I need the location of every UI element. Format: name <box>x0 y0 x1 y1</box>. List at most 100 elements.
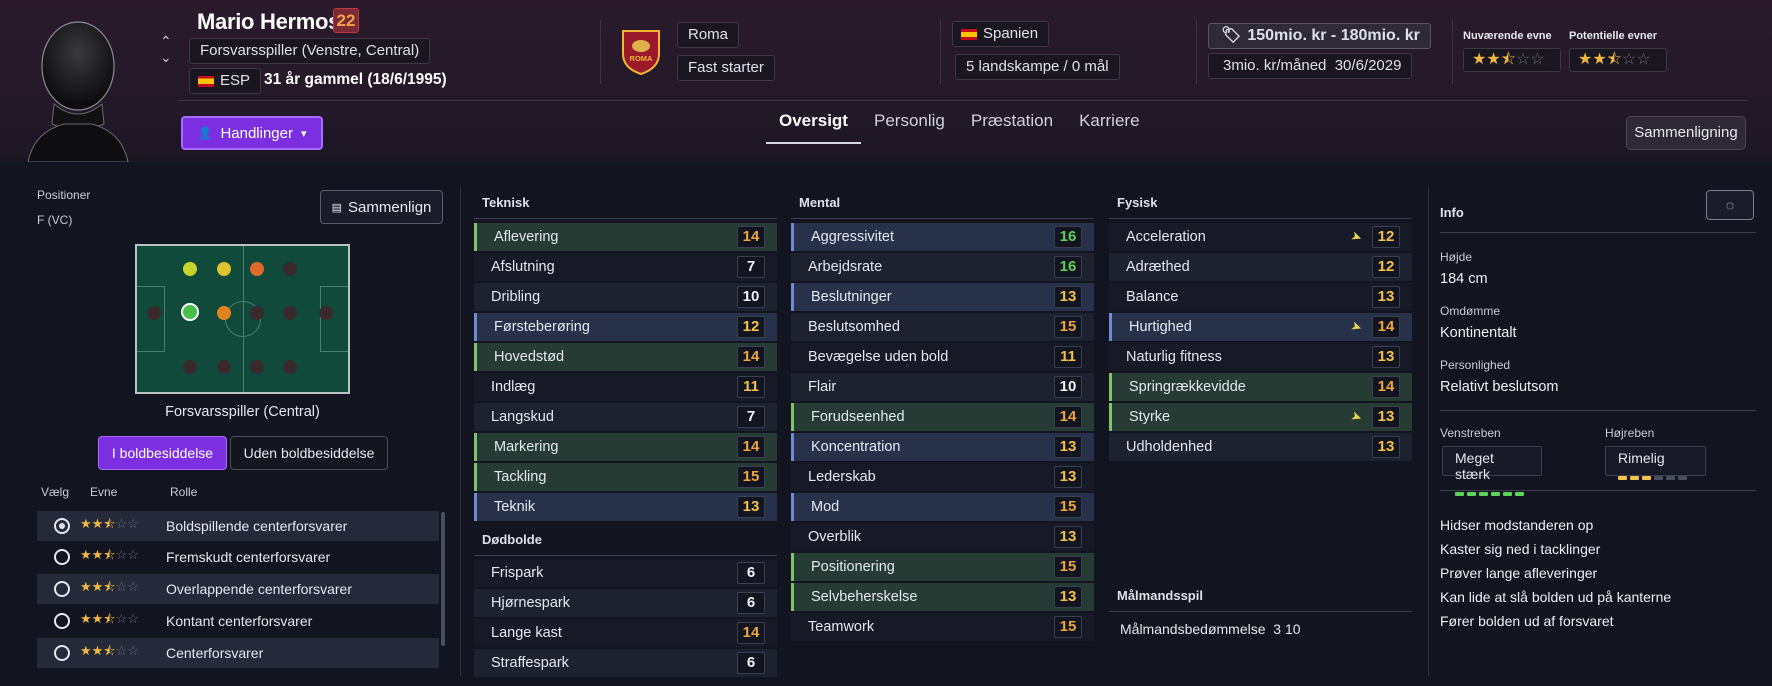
attribute-value: 14 <box>1054 406 1082 428</box>
attribute-value: 13 <box>737 496 765 518</box>
role-name: Overlappende centerforsvarer <box>166 581 352 597</box>
age-text: 31 år gammel (18/6/1995) <box>264 71 447 88</box>
right-foot-box: Rimelig <box>1605 446 1706 480</box>
attribute-row[interactable]: Straffespark 6 <box>474 649 777 677</box>
role-row[interactable]: ★★⯪☆☆ Boldspillende centerforsvarer <box>37 511 439 541</box>
trait-item: Kan lide at slå bolden ud på kanterne <box>1440 589 1672 605</box>
attribute-row[interactable]: Langskud 7 <box>474 403 777 431</box>
position-dot <box>147 306 161 320</box>
role-name: Kontant centerforsvarer <box>166 613 313 629</box>
role-row[interactable]: ★★⯪☆☆ Centerforsvarer <box>37 638 439 668</box>
attribute-value: 11 <box>1054 346 1082 368</box>
attribute-row[interactable]: Beslutninger 13 <box>791 283 1094 311</box>
attribute-name: Bevægelse uden bold <box>808 349 949 365</box>
teknisk-title: Teknisk <box>482 195 530 210</box>
attribute-row[interactable]: Koncentration 13 <box>791 433 1094 461</box>
price-tag-icon: 🏷 <box>1221 27 1242 44</box>
attribute-name: Udholdenhed <box>1126 439 1213 455</box>
attribute-name: Langskud <box>491 409 554 425</box>
attribute-value: 15 <box>737 466 765 488</box>
attribute-row[interactable]: Hovedstød 14 <box>474 343 777 371</box>
tab-oversigt[interactable]: Oversigt <box>766 110 861 144</box>
attribute-row[interactable]: Styrke 13 ➤ <box>1109 403 1412 431</box>
attribute-row[interactable]: Forudseenhed 14 <box>791 403 1094 431</box>
attribute-row[interactable]: Overblik 13 <box>791 523 1094 551</box>
attribute-row[interactable]: Beslutsomhed 15 <box>791 313 1094 341</box>
attribute-name: Balance <box>1126 289 1179 305</box>
divider <box>600 20 601 84</box>
attribute-row[interactable]: Naturlig fitness 13 <box>1109 343 1412 371</box>
attribute-row[interactable]: Positionering 15 <box>791 553 1094 581</box>
attribute-row[interactable]: Teknik 13 <box>474 493 777 521</box>
section-line <box>474 218 777 219</box>
tab-karriere[interactable]: Karriere <box>1066 110 1152 144</box>
role-row[interactable]: ★★⯪☆☆ Fremskudt centerforsvarer <box>37 542 439 572</box>
attribute-row[interactable]: Tackling 15 <box>474 463 777 491</box>
attribute-row[interactable]: Lederskab 13 <box>791 463 1094 491</box>
attribute-row[interactable]: Aggressivitet 16 <box>791 223 1094 251</box>
attribute-row[interactable]: Mod 15 <box>791 493 1094 521</box>
role-header: Rolle <box>170 485 198 499</box>
attribute-row[interactable]: Arbejdsrate 16 <box>791 253 1094 281</box>
attribute-row[interactable]: Hjørnespark 6 <box>474 589 777 617</box>
attribute-name: Teamwork <box>808 619 875 635</box>
attribute-row[interactable]: Acceleration 12 ➤ <box>1109 223 1412 251</box>
attribute-row[interactable]: Førsteberøring 12 <box>474 313 777 341</box>
role-stars: ★★⯪☆☆ <box>80 611 139 626</box>
chevron-down-icon[interactable]: ⌄ <box>160 50 172 64</box>
attribute-name: Forudseenhed <box>811 409 905 425</box>
section-line <box>1109 218 1412 219</box>
attribute-row[interactable]: Bevægelse uden bold 11 <box>791 343 1094 371</box>
radio-selected[interactable] <box>54 518 70 534</box>
scrollbar[interactable] <box>441 512 445 646</box>
seg-out-of-possession[interactable]: Uden boldbesiddelse <box>230 436 388 470</box>
trend-arrow-icon: ➤ <box>1349 317 1365 336</box>
person-settings-icon[interactable]: ◌ <box>1706 190 1754 220</box>
seg-in-possession[interactable]: I boldbesiddelse <box>98 436 227 470</box>
attribute-row[interactable]: Hurtighed 14 ➤ <box>1109 313 1412 341</box>
radio[interactable] <box>54 645 70 661</box>
trait-item: Fører bolden ud af forsvaret <box>1440 613 1614 629</box>
country-box[interactable]: Spanien <box>952 21 1050 47</box>
actions-button[interactable]: 👤 Handlinger ▾ <box>181 116 323 150</box>
tab-praestation[interactable]: Præstation <box>958 110 1066 144</box>
attribute-row[interactable]: Afslutning 7 <box>474 253 777 281</box>
attribute-row[interactable]: Balance 13 <box>1109 283 1412 311</box>
attribute-row[interactable]: Frispark 6 <box>474 559 777 587</box>
foot-bar-segment <box>1618 476 1627 480</box>
radio[interactable] <box>54 581 70 597</box>
attribute-name: Springrækkevidde <box>1129 379 1246 395</box>
attribute-name: Lange kast <box>491 625 562 641</box>
attribute-row[interactable]: Aflevering 14 <box>474 223 777 251</box>
value-text: 150mio. kr - 180mio. kr <box>1247 27 1420 44</box>
tab-personlig[interactable]: Personlig <box>861 110 958 144</box>
attribute-row[interactable]: Teamwork 15 <box>791 613 1094 641</box>
attribute-value: 13 <box>1372 406 1400 428</box>
compare-position-button[interactable]: ▤ Sammenlign <box>320 190 443 224</box>
radio[interactable] <box>54 613 70 629</box>
attribute-row[interactable]: Indlæg 11 <box>474 373 777 401</box>
attribute-row[interactable]: Flair 10 <box>791 373 1094 401</box>
attribute-row[interactable]: Markering 14 <box>474 433 777 461</box>
svg-text:ROMA: ROMA <box>630 54 653 63</box>
attribute-name: Adræthed <box>1126 259 1190 275</box>
compare-button[interactable]: Sammenligning <box>1626 116 1746 150</box>
role-row[interactable]: ★★⯪☆☆ Overlappende centerforsvarer <box>37 574 439 604</box>
role-row[interactable]: ★★⯪☆☆ Kontant centerforsvarer <box>37 606 439 636</box>
attribute-row[interactable]: Springrækkevidde 14 <box>1109 373 1412 401</box>
attribute-row[interactable]: Lange kast 14 <box>474 619 777 647</box>
club-name[interactable]: Roma <box>677 22 740 48</box>
attribute-name: Mod <box>811 499 840 515</box>
attribute-row[interactable]: Dribling 10 <box>474 283 777 311</box>
height-value: 184 cm <box>1440 271 1488 287</box>
header-divider <box>178 100 1748 101</box>
chevron-up-icon[interactable]: ⌃ <box>160 34 172 48</box>
attribute-row[interactable]: Udholdenhed 13 <box>1109 433 1412 461</box>
radio[interactable] <box>54 549 70 565</box>
position-dot <box>217 306 231 320</box>
attribute-value: 14 <box>737 622 765 644</box>
position-dot <box>283 262 297 276</box>
attribute-row[interactable]: Adræthed 12 <box>1109 253 1412 281</box>
attribute-row[interactable]: Selvbeherskelse 13 <box>791 583 1094 611</box>
attribute-value: 15 <box>1054 316 1082 338</box>
